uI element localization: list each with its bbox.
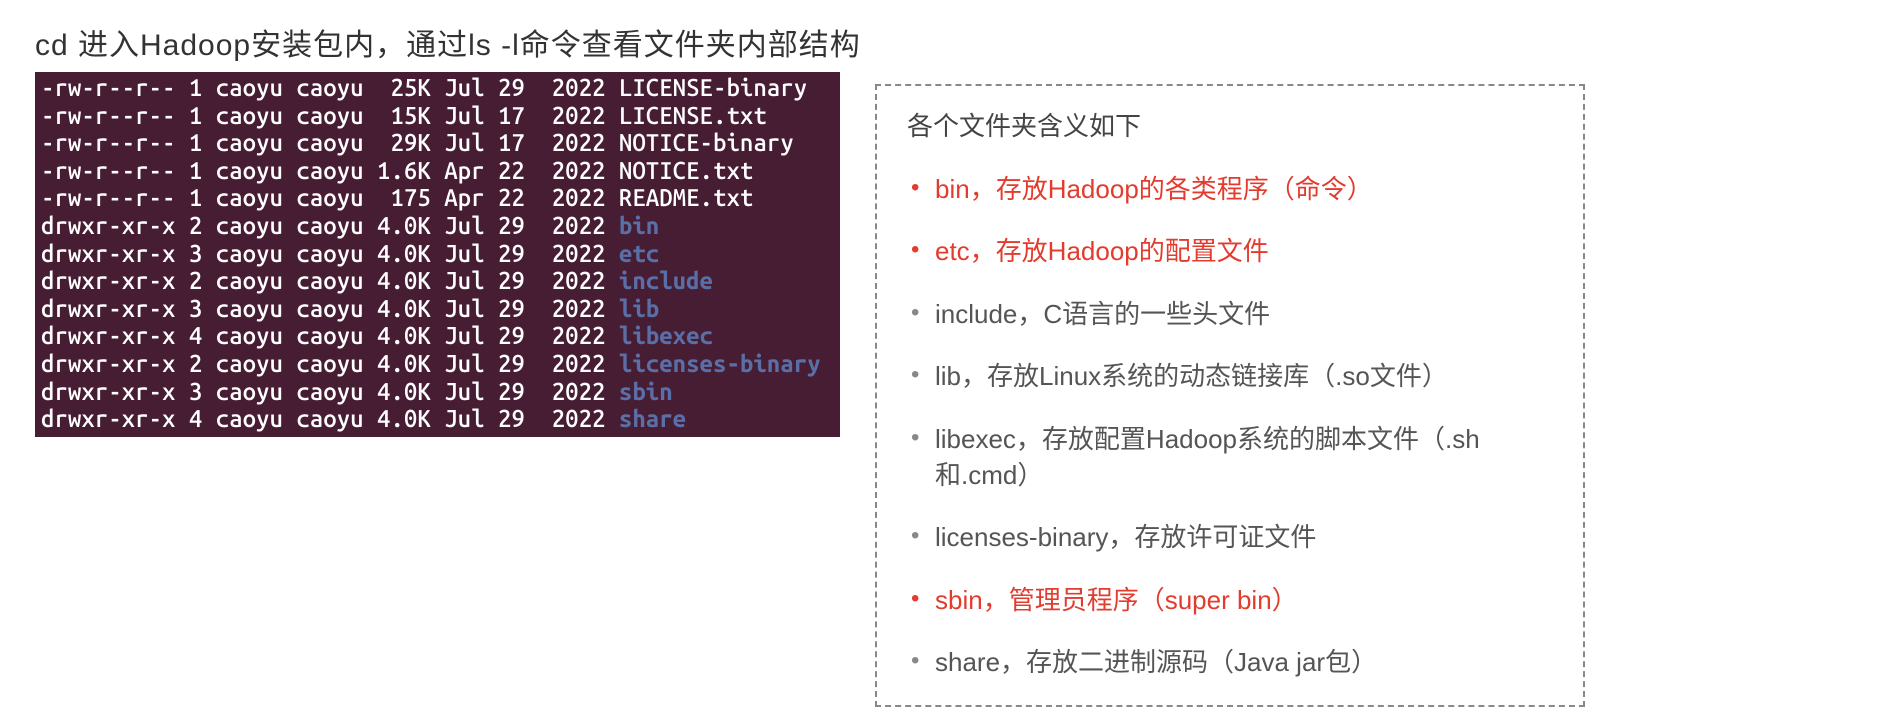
file-name: NOTICE.txt: [619, 157, 753, 184]
description-item: etc，存放Hadoop的配置文件: [907, 233, 1553, 269]
directory-name: sbin: [619, 378, 673, 405]
description-box: 各个文件夹含义如下 bin，存放Hadoop的各类程序（命令） etc，存放Had…: [875, 84, 1585, 707]
terminal-line: drwxr-xr-x 3 caoyu caoyu 4.0K Jul 29 202…: [41, 378, 834, 406]
directory-name: libexec: [619, 322, 713, 349]
terminal-line: drwxr-xr-x 3 caoyu caoyu 4.0K Jul 29 202…: [41, 295, 834, 323]
terminal-line: -rw-r--r-- 1 caoyu caoyu 1.6K Apr 22 202…: [41, 157, 834, 185]
terminal-line: -rw-r--r-- 1 caoyu caoyu 25K Jul 29 2022…: [41, 74, 834, 102]
terminal-line: drwxr-xr-x 3 caoyu caoyu 4.0K Jul 29 202…: [41, 240, 834, 268]
description-item: libexec，存放配置Hadoop系统的脚本文件（.sh和.cmd）: [907, 421, 1553, 494]
description-item: include，C语言的一些头文件: [907, 296, 1553, 332]
terminal-line: -rw-r--r-- 1 caoyu caoyu 29K Jul 17 2022…: [41, 129, 834, 157]
directory-name: bin: [619, 212, 659, 239]
file-name: NOTICE-binary: [619, 129, 794, 156]
directory-name: include: [619, 267, 713, 294]
description-item: licenses-binary，存放许可证文件: [907, 519, 1553, 555]
file-name: LICENSE.txt: [619, 102, 767, 129]
terminal-line: drwxr-xr-x 2 caoyu caoyu 4.0K Jul 29 202…: [41, 267, 834, 295]
description-title: 各个文件夹含义如下: [907, 106, 1553, 143]
main-container: -rw-r--r-- 1 caoyu caoyu 25K Jul 29 2022…: [35, 72, 1861, 707]
file-name: LICENSE-binary: [619, 74, 807, 101]
file-name: README.txt: [619, 184, 753, 211]
terminal-line: -rw-r--r-- 1 caoyu caoyu 175 Apr 22 2022…: [41, 184, 834, 212]
terminal-line: drwxr-xr-x 2 caoyu caoyu 4.0K Jul 29 202…: [41, 350, 834, 378]
description-item: lib，存放Linux系统的动态链接库（.so文件）: [907, 358, 1553, 394]
directory-name: share: [619, 405, 686, 432]
terminal-output: -rw-r--r-- 1 caoyu caoyu 25K Jul 29 2022…: [35, 72, 840, 437]
directory-name: licenses-binary: [619, 350, 821, 377]
page-header-text: cd 进入Hadoop安装包内，通过ls -l命令查看文件夹内部结构: [35, 20, 1861, 64]
description-item: share，存放二进制源码（Java jar包）: [907, 644, 1553, 680]
directory-name: lib: [619, 295, 659, 322]
description-item: sbin，管理员程序（super bin）: [907, 582, 1553, 618]
terminal-line: -rw-r--r-- 1 caoyu caoyu 15K Jul 17 2022…: [41, 102, 834, 130]
directory-name: etc: [619, 240, 659, 267]
description-list: bin，存放Hadoop的各类程序（命令） etc，存放Hadoop的配置文件 in…: [907, 171, 1553, 681]
terminal-line: drwxr-xr-x 4 caoyu caoyu 4.0K Jul 29 202…: [41, 405, 834, 433]
terminal-line: drwxr-xr-x 2 caoyu caoyu 4.0K Jul 29 202…: [41, 212, 834, 240]
description-item: bin，存放Hadoop的各类程序（命令）: [907, 171, 1553, 207]
terminal-line: drwxr-xr-x 4 caoyu caoyu 4.0K Jul 29 202…: [41, 322, 834, 350]
